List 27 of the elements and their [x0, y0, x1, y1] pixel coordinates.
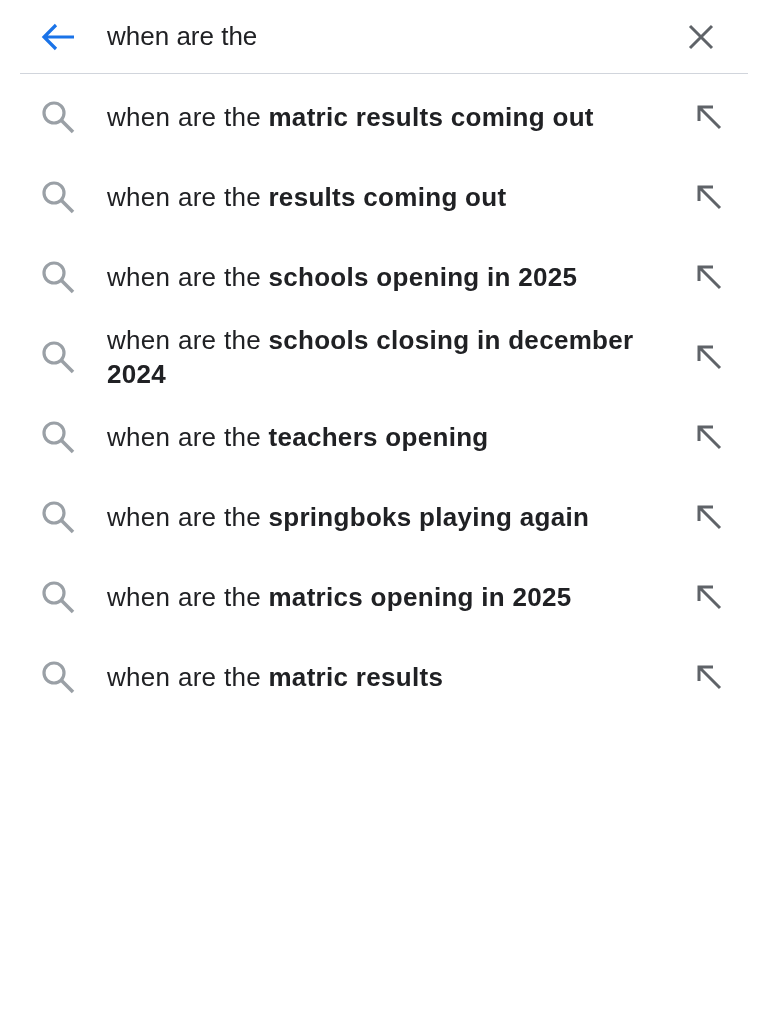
suggestion-text[interactable]: when are the springboks playing again: [107, 500, 637, 534]
search-icon: [40, 579, 76, 615]
search-icon: [40, 259, 76, 295]
search-icon: [40, 99, 76, 135]
search-icon: [40, 419, 76, 455]
back-arrow-icon[interactable]: [40, 21, 76, 52]
fill-query-arrow-icon[interactable]: [696, 504, 722, 530]
fill-query-arrow-icon[interactable]: [696, 264, 722, 290]
suggestion-text[interactable]: when are the teachers opening: [107, 420, 637, 454]
suggestion-text[interactable]: when are the schools opening in 2025: [107, 260, 637, 294]
search-icon: [40, 179, 76, 215]
suggestion-text[interactable]: when are the schools closing in december 2024: [107, 323, 637, 391]
fill-query-arrow-icon[interactable]: [696, 184, 722, 210]
fill-query-arrow-icon[interactable]: [696, 584, 722, 610]
suggestion-text[interactable]: when are the matric results coming out: [107, 100, 637, 134]
fill-query-arrow-icon[interactable]: [696, 104, 722, 130]
fill-query-arrow-icon[interactable]: [696, 424, 722, 450]
suggestion-text[interactable]: when are the matrics opening in 2025: [107, 580, 637, 614]
search-icon: [40, 499, 76, 535]
suggestion-text[interactable]: when are the results coming out: [107, 180, 637, 214]
fill-query-arrow-icon[interactable]: [696, 344, 722, 370]
search-icon: [40, 339, 76, 375]
search-field[interactable]: when are the: [107, 17, 688, 56]
fill-query-arrow-icon[interactable]: [696, 664, 722, 690]
suggestion-text[interactable]: when are the matric results: [107, 660, 637, 694]
close-icon[interactable]: [688, 23, 714, 50]
search-icon: [40, 659, 76, 695]
